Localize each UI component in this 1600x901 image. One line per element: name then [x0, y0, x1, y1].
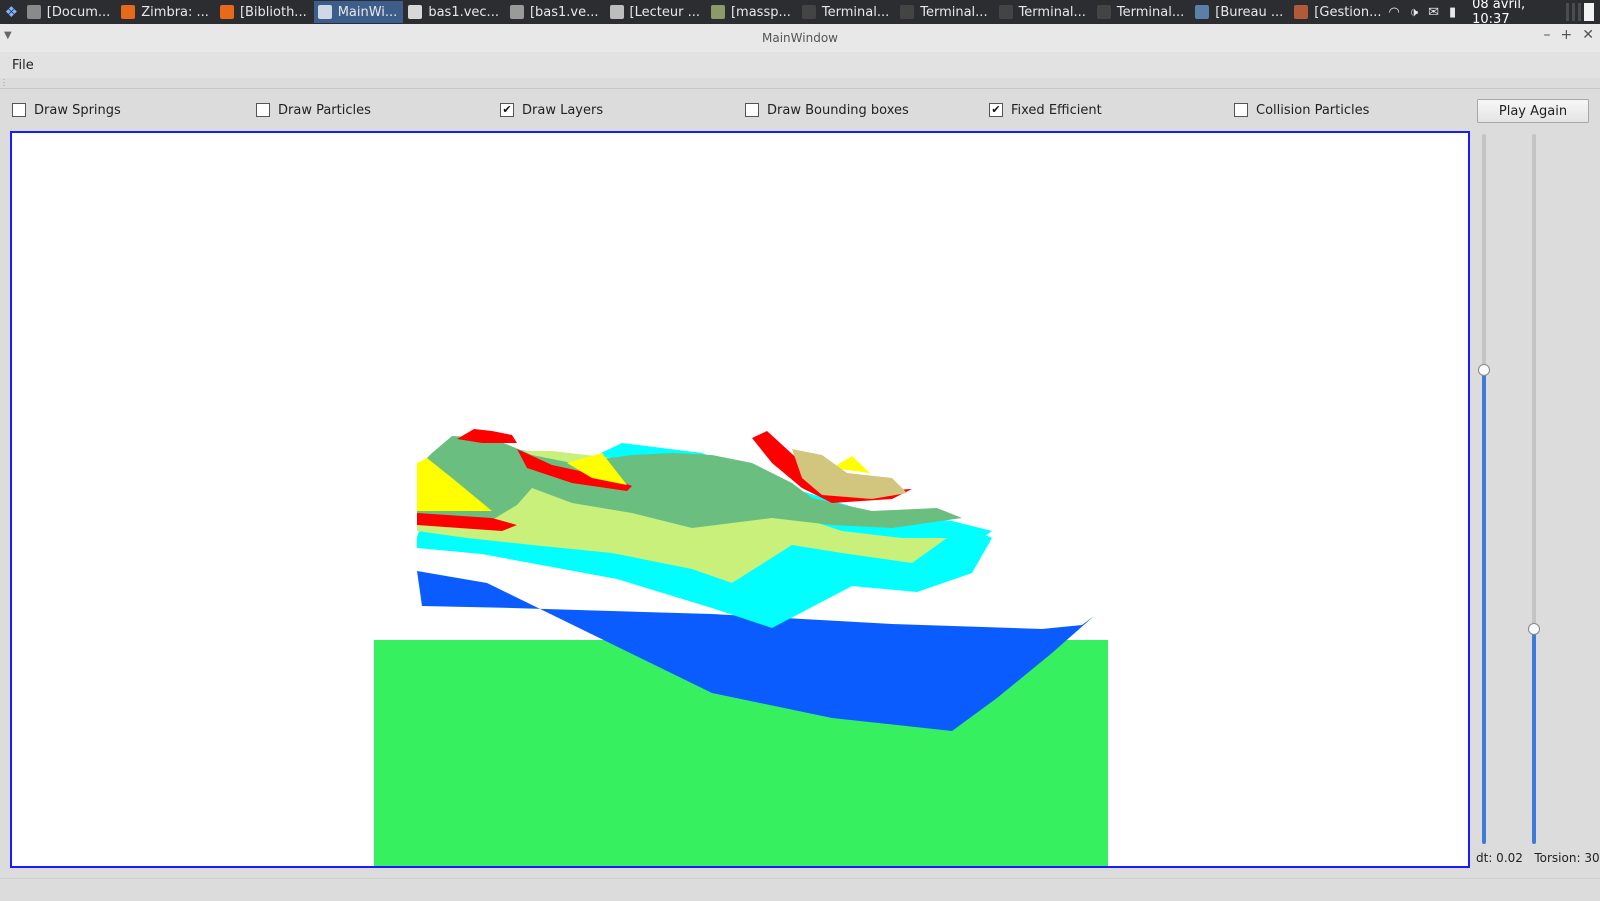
taskbar-item-label: [Bureau ...	[1215, 4, 1284, 20]
system-tray: ◠ 🕩 ✉ ▮ 08 avril, 10:37	[1389, 0, 1600, 24]
controls-row: Draw Springs Draw Particles ✔ Draw Layer…	[0, 96, 1600, 124]
firefox-icon	[121, 5, 136, 19]
wifi-icon[interactable]: ◠	[1389, 5, 1400, 20]
taskbar-item[interactable]: [bas1.ve...	[506, 1, 605, 23]
checkbox-label: Draw Springs	[34, 102, 121, 118]
taskbar-item[interactable]: Terminal...	[995, 1, 1092, 23]
taskbar-item-label: [Gestion...	[1314, 4, 1382, 20]
mail-icon[interactable]: ✉	[1428, 5, 1439, 20]
terminal-icon	[900, 5, 915, 19]
taskbar-item[interactable]: [Docum...	[23, 1, 116, 23]
taskbar-item[interactable]: [massp...	[707, 1, 797, 23]
taskbar-item-label: Terminal...	[1018, 4, 1086, 20]
window-menu-icon[interactable]: ▼	[4, 30, 12, 41]
checkbox-label: Fixed Efficient	[1011, 102, 1102, 118]
firefox-icon	[219, 5, 234, 19]
statusbar	[0, 878, 1600, 901]
taskbar-item[interactable]: [Lecteur ...	[606, 1, 706, 23]
fixed-efficient-checkbox[interactable]: ✔ Fixed Efficient	[989, 96, 1102, 124]
window-icon	[317, 5, 332, 19]
slider-handle[interactable]	[1528, 622, 1540, 635]
checkbox-label: Draw Bounding boxes	[767, 102, 909, 118]
mouse-icon[interactable]: ▮	[1449, 5, 1456, 20]
checkbox-label: Draw Layers	[522, 102, 604, 118]
media-player-icon	[609, 5, 624, 19]
draw-bounding-boxes-checkbox[interactable]: Draw Bounding boxes	[745, 96, 909, 124]
dt-slider[interactable]	[1476, 134, 1492, 844]
taskbar-item-label: [massp...	[730, 4, 791, 20]
desktop-icon	[1195, 5, 1210, 19]
volume-icon[interactable]: 🕩	[1410, 5, 1418, 20]
slider-fill	[1532, 628, 1536, 844]
window-titlebar: ▼ MainWindow – + ✕	[0, 24, 1600, 52]
taskbar-item-label: Terminal...	[1116, 4, 1185, 20]
taskbar-item[interactable]: Terminal...	[896, 1, 993, 23]
taskbar-item[interactable]: Terminal...	[1093, 1, 1190, 23]
collision-particles-checkbox[interactable]: Collision Particles	[1234, 96, 1369, 124]
taskbar-item[interactable]: [Biblioth...	[216, 1, 313, 23]
gimp-icon	[710, 5, 725, 19]
toolbar-grip: · · ·	[0, 77, 1600, 90]
checkbox-box[interactable]	[12, 103, 26, 117]
taskbar-item-label: Zimbra: ...	[141, 4, 209, 20]
simulation-canvas[interactable]	[10, 131, 1470, 868]
maximize-icon[interactable]: +	[1561, 27, 1573, 43]
draw-springs-checkbox[interactable]: Draw Springs	[12, 96, 121, 124]
document-app-icon	[26, 5, 41, 19]
checkbox-box[interactable]	[256, 103, 270, 117]
draw-layers-checkbox[interactable]: ✔ Draw Layers	[500, 96, 603, 124]
taskbar-item-label: Terminal...	[920, 4, 988, 20]
checkbox-box[interactable]	[1234, 103, 1248, 117]
checkbox-box[interactable]	[745, 103, 759, 117]
check-mark-icon: ✔	[991, 103, 1001, 116]
taskbar-item[interactable]: Terminal...	[798, 1, 895, 23]
taskbar-item[interactable]: Zimbra: ...	[117, 1, 215, 23]
slider-handle[interactable]	[1478, 364, 1490, 377]
torsion-slider[interactable]	[1526, 134, 1542, 844]
terminal-icon	[801, 5, 816, 19]
file-manager-icon	[509, 5, 524, 19]
taskbar-item[interactable]: MainWi...	[313, 1, 404, 23]
taskbar-item-label: [Biblioth...	[239, 4, 307, 20]
taskbar-item[interactable]: [Gestion...	[1290, 1, 1387, 23]
taskbar-item[interactable]: [Bureau ...	[1191, 1, 1289, 23]
task-list: [Docum... Zimbra: ... [Biblioth... MainWi..…	[23, 0, 1389, 24]
taskbar-item-label: bas1.vec...	[428, 4, 499, 20]
taskbar-item-label: MainWi...	[337, 4, 398, 20]
text-editor-icon	[408, 5, 423, 19]
minimize-icon[interactable]: –	[1544, 27, 1551, 43]
status-readout: dt: 0.02 Torsion: 30	[1476, 851, 1600, 865]
taskbar-item-label: Terminal...	[821, 4, 890, 20]
checkbox-box[interactable]: ✔	[989, 103, 1003, 117]
checkbox-box[interactable]: ✔	[500, 103, 514, 117]
simulation-view	[374, 429, 1108, 866]
draw-particles-checkbox[interactable]: Draw Particles	[256, 96, 371, 124]
taskbar-item-label: [Lecteur ...	[629, 4, 700, 20]
menu-file[interactable]: File	[0, 58, 46, 73]
taskbar-item-label: [Docum...	[46, 4, 111, 20]
menubar: File	[0, 52, 1600, 78]
task-manager-icon	[1294, 5, 1309, 19]
taskbar-item-label: [bas1.ve...	[529, 4, 599, 20]
slider-fill	[1482, 370, 1486, 844]
dt-label: dt: 0.02	[1476, 851, 1523, 865]
checkbox-label: Collision Particles	[1256, 102, 1370, 118]
check-mark-icon: ✔	[502, 103, 512, 116]
play-again-button[interactable]: Play Again	[1477, 99, 1589, 123]
taskbar-item[interactable]: bas1.vec...	[404, 1, 505, 23]
checkbox-label: Draw Particles	[278, 102, 371, 118]
app-menu-icon[interactable]: ❖	[0, 0, 23, 24]
taskbar: ❖ [Docum... Zimbra: ... [Biblioth... MainWi…	[0, 0, 1600, 24]
terminal-icon	[1096, 5, 1111, 19]
slider-track	[1532, 134, 1536, 629]
close-icon[interactable]: ✕	[1582, 27, 1594, 43]
slider-track	[1482, 134, 1486, 371]
terminal-icon	[998, 5, 1013, 19]
torsion-label: Torsion: 30	[1534, 851, 1600, 865]
window-title: MainWindow	[762, 31, 838, 45]
workspace-switcher[interactable]	[1566, 3, 1594, 21]
clock[interactable]: 08 avril, 10:37	[1472, 0, 1556, 24]
